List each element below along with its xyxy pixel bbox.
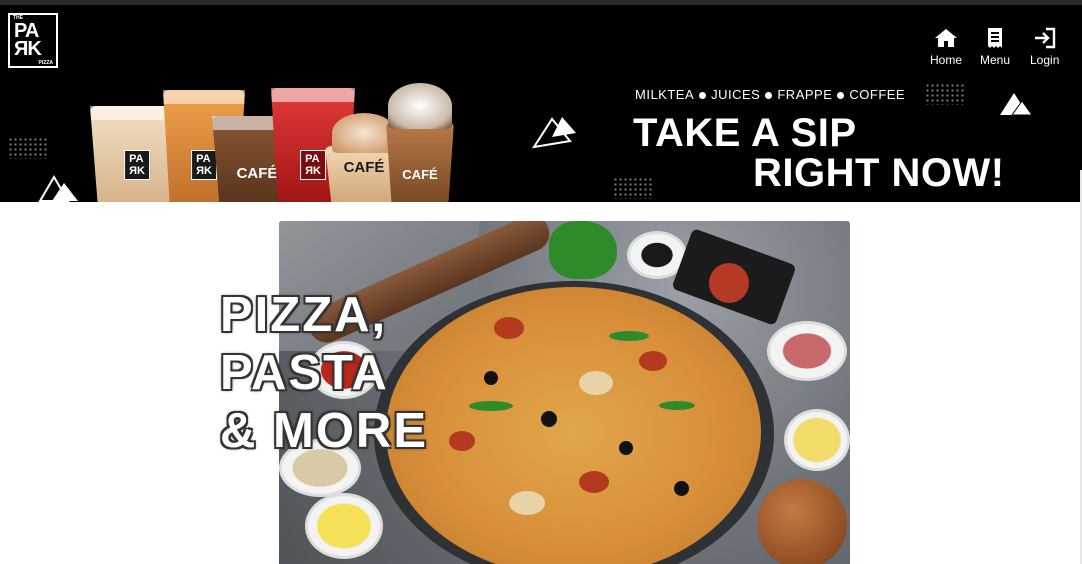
olive [541,411,557,427]
banner-headline-line1: TAKE A SIP [633,111,857,155]
category-juices: JUICES [711,87,761,102]
pepperoni [639,351,667,371]
olive [674,481,689,496]
home-icon [935,29,957,47]
pepperoni [494,317,524,339]
hero-line1: PIZZA, [220,288,388,342]
nav-menu-label: Menu [980,53,1011,67]
login-icon [1034,27,1055,49]
nav-menu[interactable]: Menu [980,27,1010,67]
logo-line2: ЯK [14,38,42,60]
bullet-dot [837,91,845,99]
bullet-dot [699,91,707,99]
dots-decoration [8,137,48,159]
pepperoni [579,471,609,493]
cup-label-cafe: CAFÉ [343,159,385,176]
mushroom [579,371,613,395]
nav-home-label: Home [930,53,963,67]
park-pizza-logo[interactable]: THE PA ЯK PIZZA [8,13,58,68]
dots-decoration [925,83,965,105]
ham-bowl [767,321,847,381]
category-milktea: MILKTEA [635,87,695,102]
dots-decoration [613,177,653,199]
banner-headline-line2: RIGHT NOW! [753,151,1005,195]
cup-label-park: PA ЯK [300,150,326,180]
pepperoni [709,263,749,303]
category-coffee: COFFEE [849,87,906,102]
green-pepper [549,221,617,279]
choco-frappe-cup: CAFÉ [386,122,454,202]
whipped-cream [332,113,396,153]
green-pepper-slice [609,331,649,341]
green-pepper-slice [469,401,513,411]
receipt-icon [988,28,1003,48]
cup-lid [271,88,355,102]
triangle-decoration-icon [1000,93,1033,116]
logo-sub: PIZZA [38,60,53,66]
hero-line3: & MORE [220,404,428,458]
olive [484,371,498,385]
pepperoni [449,431,475,451]
triangle-decoration-icon [532,117,576,149]
header-banner: THE PA ЯK PIZZA Home Menu Login PA ЯK PA Я… [0,5,1082,202]
mushroom [509,491,545,515]
whipped-cream [388,83,452,129]
cup-label-cafe: CAFÉ [402,167,438,182]
olive [619,441,633,455]
cheese-bowl [784,409,850,471]
cup-label-park: PA ЯK [124,150,150,180]
green-pepper-slice [659,401,695,410]
pizza [386,287,761,564]
pineapple-bowl [305,493,383,559]
bullet-dot [765,91,773,99]
cup-label-cafe: CAFÉ [236,165,278,182]
nav-home[interactable]: Home [930,27,962,67]
hero-heading: PIZZA, PASTA & MORE [220,286,428,460]
category-frappe: FRAPPE [777,87,833,102]
onion [757,479,847,564]
triangle-decoration-icon [38,175,78,202]
drink-categories: MILKTEA JUICES FRAPPE COFFEE [635,87,905,102]
cup-label-park: PA ЯK [191,150,217,180]
nav-login[interactable]: Login [1030,27,1059,67]
hero-line2: PASTA [220,346,389,400]
cup-lid [163,90,245,104]
nav-login-label: Login [1030,53,1060,67]
